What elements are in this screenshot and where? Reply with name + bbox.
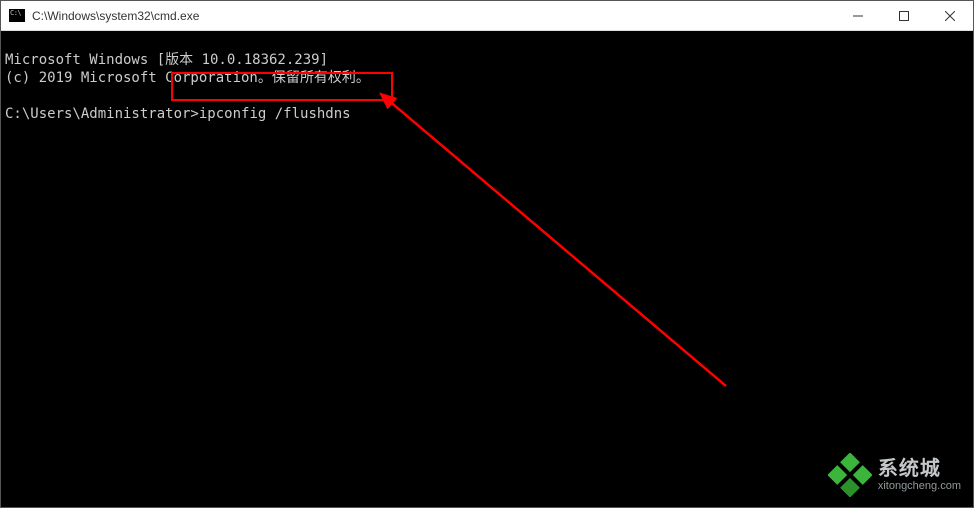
maximize-button[interactable] (881, 1, 927, 30)
console-line-copyright: (c) 2019 Microsoft Corporation。保留所有权利。 (5, 69, 969, 87)
minimize-icon (853, 11, 863, 21)
window-title: C:\Windows\system32\cmd.exe (32, 9, 199, 23)
typed-command: ipconfig /flushdns (199, 106, 351, 122)
close-button[interactable] (927, 1, 973, 30)
maximize-icon (899, 11, 909, 21)
titlebar[interactable]: C:\Windows\system32\cmd.exe (1, 1, 973, 31)
cmd-icon (9, 9, 25, 22)
cmd-window: C:\Windows\system32\cmd.exe Microsoft Wi… (0, 0, 974, 508)
close-icon (945, 11, 955, 21)
console-area[interactable]: Microsoft Windows [版本 10.0.18362.239](c)… (1, 31, 973, 507)
console-prompt-line: C:\Users\Administrator>ipconfig /flushdn… (5, 105, 969, 123)
minimize-button[interactable] (835, 1, 881, 30)
console-line-version: Microsoft Windows [版本 10.0.18362.239] (5, 51, 969, 69)
window-controls (835, 1, 973, 30)
prompt-path: C:\Users\Administrator> (5, 106, 199, 122)
